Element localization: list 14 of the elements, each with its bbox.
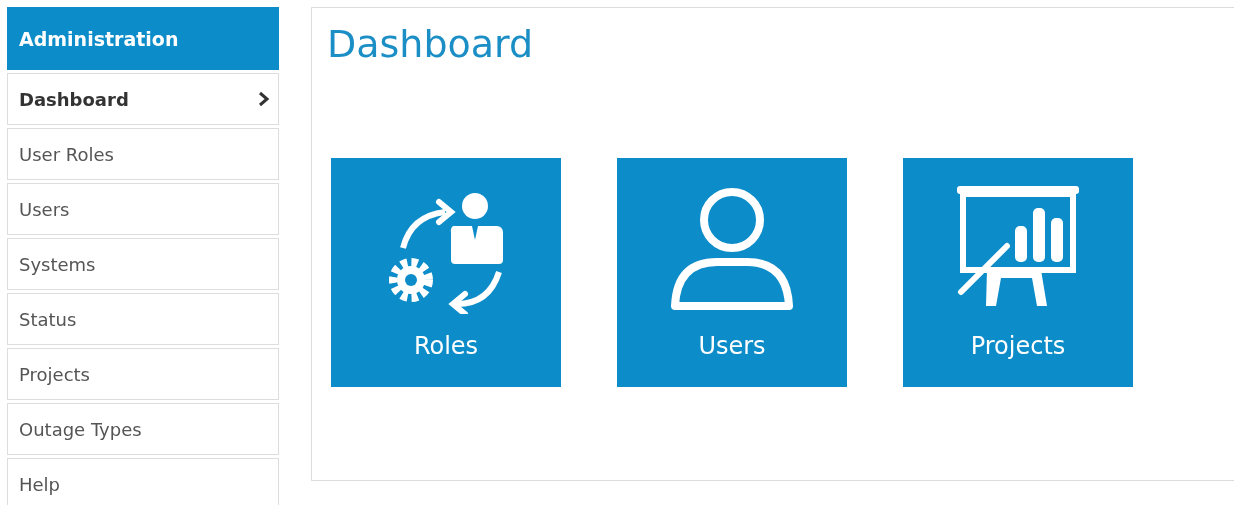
sidebar-header: Administration	[7, 7, 279, 70]
dashboard-tile[interactable]: Roles	[331, 158, 561, 387]
sidebar-item[interactable]: Users	[7, 183, 279, 235]
sidebar-item[interactable]: Projects	[7, 348, 279, 400]
sidebar-item[interactable]: Systems	[7, 238, 279, 290]
sidebar-item[interactable]: Help	[7, 458, 279, 505]
sidebar-item[interactable]: Dashboard	[7, 73, 279, 125]
sidebar-item[interactable]: User Roles	[7, 128, 279, 180]
sidebar-item[interactable]: Outage Types	[7, 403, 279, 455]
sidebar-item[interactable]: Status	[7, 293, 279, 345]
dashboard-tile[interactable]: Users	[617, 158, 847, 387]
dashboard-tile[interactable]: Projects	[903, 158, 1133, 387]
chevron-right-icon	[258, 91, 270, 107]
page-title: Dashboard	[327, 22, 534, 66]
